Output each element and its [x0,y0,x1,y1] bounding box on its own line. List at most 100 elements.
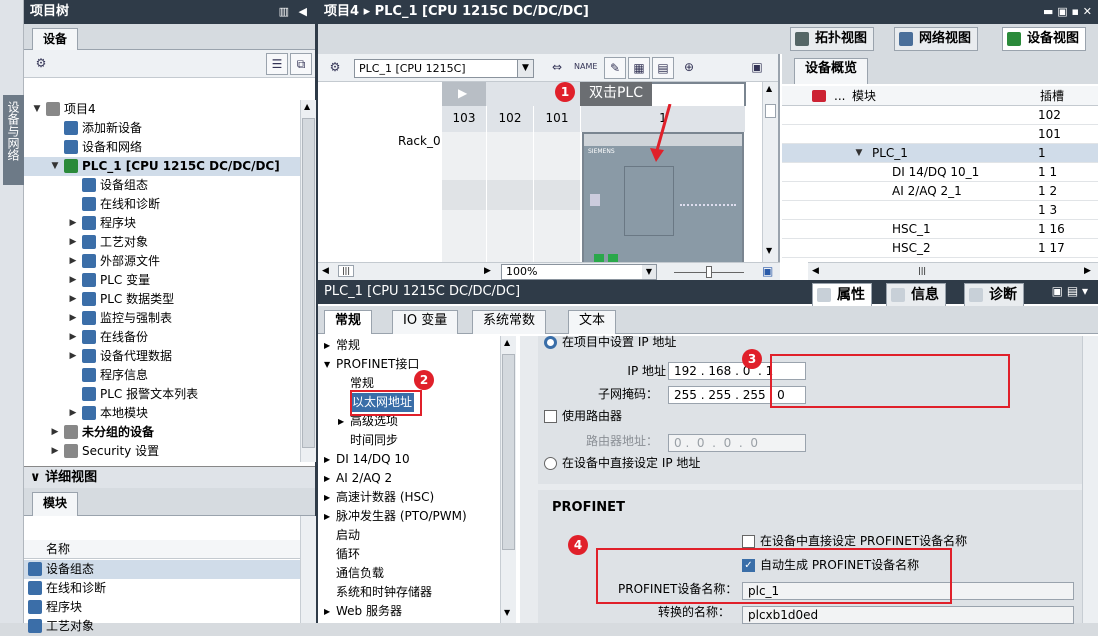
checkbox-pn-direct[interactable] [742,535,755,548]
device-select[interactable]: PLC_1 [CPU 1215C] ▼ [354,59,534,78]
tab-device-overview[interactable]: 设备概览 [794,58,869,84]
overview-row[interactable]: AI 2/AQ 2_1 1 2 [782,182,1098,201]
expand-arrow-icon[interactable]: ▶ [324,450,330,469]
rack-collapse[interactable]: ▶ [442,82,486,106]
details-item[interactable]: 在线和诊断 [24,579,300,598]
tree-item[interactable]: 设备组态 [24,176,300,195]
zoom-icon[interactable]: ⊕ [678,57,700,79]
tree-scrollbar[interactable]: ▲ [300,100,316,462]
tab-device-view[interactable]: 设备视图 [1002,27,1087,51]
sort-icon[interactable] [812,90,826,102]
radio-ip-in-project[interactable] [544,336,557,349]
slot-101[interactable]: 101 [534,106,580,132]
nav-item[interactable]: ▶ DI 14/DQ 10 [322,450,502,469]
tab-io-tags[interactable]: IO 变量 [392,310,459,334]
overview-row[interactable]: 1 3 [782,201,1098,220]
details-item[interactable]: 工艺对象 [24,617,300,636]
expand-arrow-icon[interactable]: ▶ [324,336,330,355]
window-controls-icon[interactable]: ▬ ▣ ▪ ✕ [1043,0,1092,24]
slot-102[interactable]: 102 [487,106,533,132]
tab-properties[interactable]: 属性 [812,283,872,307]
list-view-icon[interactable]: ☰ [266,53,288,75]
tree-item[interactable]: ▶ PLC 数据类型 [24,290,300,309]
tab-diagnostics[interactable]: 诊断 [964,283,1024,307]
tree-item[interactable]: ▼ 项目4 [24,100,300,119]
tab-network-view[interactable]: 网络视图 [894,27,979,51]
details-item[interactable]: 程序块 [24,598,300,617]
scroll-right-icon[interactable]: ▶ [484,263,491,279]
panel-layout-icon[interactable]: ▥ [279,0,289,24]
nav-item[interactable]: 系统和时钟存储器 [322,583,502,602]
tree-item[interactable]: ▶ Security 设置 [24,442,300,461]
tree-item[interactable]: 程序信息 [24,366,300,385]
nav-item[interactable]: ▶ 脉冲发生器 (PTO/PWM) [322,507,502,526]
grid-icon[interactable]: ▦ [628,57,650,79]
expand-arrow-icon[interactable]: ▶ [50,423,60,442]
details-scrollbar[interactable] [300,516,316,623]
zoom-slider-handle[interactable] [706,266,712,278]
slot-103[interactable]: 103 [442,106,486,132]
scroll-up-icon[interactable]: ▲ [304,102,310,111]
overview-icon[interactable]: ▣ [746,57,768,79]
nav-scrollbar[interactable]: ▲ ▼ [500,336,516,623]
overview-row[interactable]: ▼ PLC_1 1 [782,144,1098,163]
overview-row[interactable]: DI 14/DQ 10_1 1 1 [782,163,1098,182]
nav-item[interactable]: ▶ 高速计数器 (HSC) [322,488,502,507]
expand-arrow-icon[interactable]: ▼ [50,157,60,176]
overview-row[interactable]: 101 [782,125,1098,144]
tree-item[interactable]: ▶ 外部源文件 [24,252,300,271]
inspector-controls-icon[interactable]: ▣ ▤ ▾ [1052,284,1088,298]
canvas-hscroll[interactable]: ◀ ||| ▶ 100% ▼ ▣ [318,262,780,280]
zoom-select[interactable]: 100% ▼ [501,264,657,280]
expand-arrow-icon[interactable]: ▶ [50,442,60,461]
tab-system-constants[interactable]: 系统常数 [472,310,547,334]
device-icon[interactable]: ⚙ [324,57,346,79]
nav-item[interactable]: 启动 [322,526,502,545]
nav-item[interactable]: 循环 [322,545,502,564]
tree-item[interactable]: ▶ 在线备份 [24,328,300,347]
router-address-field[interactable]: 0 . 0 . 0 . 0 [668,434,806,452]
expand-arrow-icon[interactable]: ▶ [68,347,78,366]
fit-icon[interactable]: ▣ [762,264,773,278]
canvas-vscroll[interactable]: ▲ ▼ [762,82,778,262]
expand-arrow-icon[interactable]: ▼ [32,100,42,119]
expand-arrow-icon[interactable]: ▶ [324,602,330,621]
tree-item[interactable]: ▶ 工艺对象 [24,233,300,252]
nav-scroll-thumb[interactable] [502,354,515,550]
expand-arrow-icon[interactable]: ▶ [68,252,78,271]
table-icon[interactable]: ▤ [652,57,674,79]
expand-arrow-icon[interactable]: ▶ [68,290,78,309]
nav-item[interactable]: ▶ 常规 [322,336,502,355]
tree-item[interactable]: ▶ 监控与强制表 [24,309,300,328]
radio-ip-in-device[interactable] [544,457,557,470]
toolbar-properties-icon[interactable]: ⚙ [30,53,52,75]
devices-networks-side-tab[interactable]: 设备与网络 [3,95,24,185]
tree-item[interactable]: ▶ 未分组的设备 [24,423,300,442]
nav-item[interactable]: 时间同步 [322,431,502,450]
expand-arrow-icon[interactable]: ▼ [324,355,330,374]
tab-texts[interactable]: 文本 [568,310,617,334]
nav-item[interactable]: 通信负载 [322,564,502,583]
scroll-left-icon[interactable]: ◀ [322,263,329,279]
tree-item[interactable]: ▼ PLC_1 [CPU 1215C DC/DC/DC] [24,157,300,176]
expand-arrow-icon[interactable]: ▶ [68,214,78,233]
overview-row[interactable]: HSC_1 1 16 [782,220,1098,239]
details-view-title[interactable]: ∨ 详细视图 [24,466,315,488]
content-scrollbar[interactable] [1082,336,1098,623]
tree-item[interactable]: ▶ 程序块 [24,214,300,233]
show-name-icon[interactable]: NAME [574,57,597,79]
tree-scroll-thumb[interactable] [302,118,315,448]
tree-item[interactable]: 在线和诊断 [24,195,300,214]
tree-item[interactable]: 添加新设备 [24,119,300,138]
expand-arrow-icon[interactable]: ▶ [338,412,344,431]
expand-arrow-icon[interactable]: ▶ [68,271,78,290]
nav-item[interactable]: ▶ Web 服务器 [322,602,502,621]
expand-arrow-icon[interactable]: ▶ [68,404,78,423]
converted-name-field[interactable]: plcxb1d0ed [742,606,1074,624]
checkbox-use-router[interactable] [544,410,557,423]
expand-arrow-icon[interactable]: ▶ [324,469,330,488]
canvas-vscroll-thumb[interactable] [765,104,776,118]
tree-item[interactable]: ▶ 本地模块 [24,404,300,423]
tab-general[interactable]: 常规 [324,310,373,334]
pen-icon[interactable]: ✎ [604,57,626,79]
